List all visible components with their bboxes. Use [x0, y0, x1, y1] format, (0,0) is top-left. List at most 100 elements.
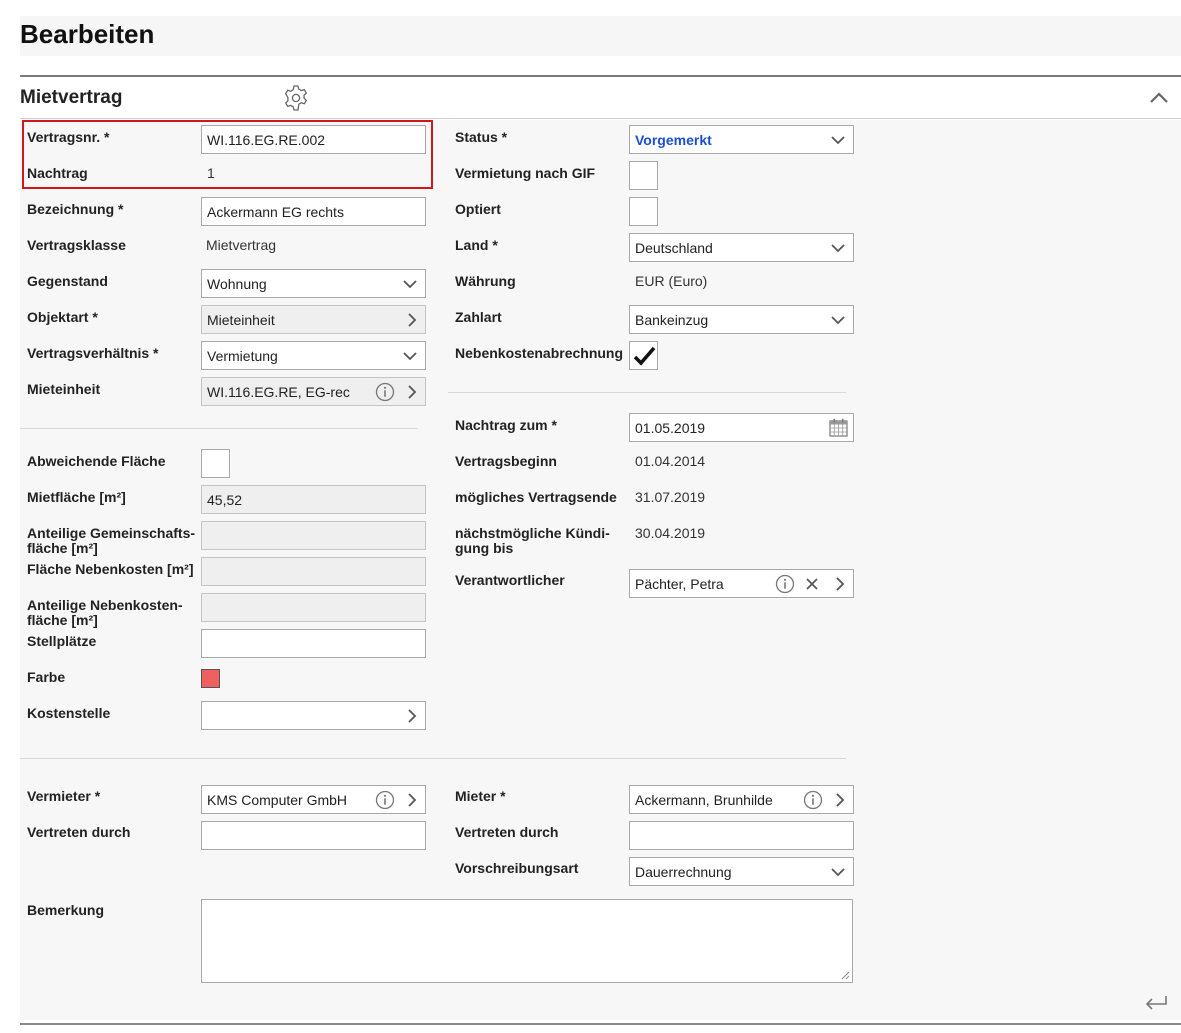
chevron-right-icon[interactable]	[405, 384, 419, 400]
chevron-right-icon[interactable]	[405, 792, 419, 808]
vertragsbeginn-label: Vertragsbeginn	[455, 453, 557, 469]
vorschreibungsart-select[interactable]: Dauerrechnung	[629, 857, 854, 886]
mieter-label: Mieter *	[455, 788, 506, 804]
abweichende-flaeche-label: Abweichende Fläche	[27, 453, 166, 469]
status-select[interactable]: Vorgemerkt	[629, 125, 854, 154]
moegliches-vertragsende-value: 31.07.2019	[635, 489, 706, 505]
flaeche-nebenkosten-input[interactable]	[201, 557, 426, 586]
gegenstand-label: Gegenstand	[27, 273, 108, 289]
resize-grip-icon[interactable]	[840, 970, 850, 980]
kostenstelle-label: Kostenstelle	[27, 705, 111, 721]
optiert-checkbox[interactable]	[629, 197, 658, 226]
label-line: gung bis	[455, 540, 514, 556]
stellplaetze-input[interactable]	[201, 629, 426, 658]
abweichende-flaeche-checkbox[interactable]	[201, 449, 230, 478]
divider	[20, 428, 418, 429]
nebenkostenabrechnung-label: Nebenkostenabrechnung	[455, 345, 624, 361]
vertragsnr-label: Vertragsnr. *	[27, 129, 110, 145]
gear-icon[interactable]	[282, 84, 310, 112]
chevron-down-icon[interactable]	[831, 865, 845, 879]
vertragsnr-value: WI.116.EG.RE.002	[207, 132, 326, 148]
mietflaeche-label: Mietfläche [m²]	[27, 489, 126, 505]
anteilige-nebenkostenflaeche-label: Anteilige Nebenkosten-fläche [m²]	[27, 598, 183, 628]
chevron-right-icon[interactable]	[405, 708, 419, 724]
vertragsverhaeltnis-value: Vermietung	[207, 348, 278, 364]
bezeichnung-value: Ackermann EG rechts	[207, 204, 344, 220]
objektart-field[interactable]: Mieteinheit	[201, 305, 426, 334]
divider	[448, 392, 846, 393]
vertragsklasse-label: Vertragsklasse	[27, 237, 126, 253]
chevron-down-icon[interactable]	[403, 349, 417, 363]
zahlart-select[interactable]: Bankeinzug	[629, 305, 854, 334]
land-value: Deutschland	[635, 240, 713, 256]
info-icon[interactable]	[375, 382, 395, 402]
vermieter-value: KMS Computer GmbH	[207, 792, 348, 808]
chevron-right-icon[interactable]	[405, 312, 419, 328]
label-line: fläche [m²]	[27, 612, 98, 628]
info-icon[interactable]	[803, 790, 823, 810]
checkmark-icon	[633, 346, 656, 366]
vertragsklasse-value: Mietvertrag	[206, 237, 277, 253]
bezeichnung-input[interactable]: Ackermann EG rechts	[201, 197, 426, 226]
vorschreibungsart-label: Vorschreibungsart	[455, 860, 579, 876]
nachtrag-label: Nachtrag	[27, 165, 88, 181]
mieteinheit-value: WI.116.EG.RE, EG-rec	[207, 384, 350, 400]
mietflaeche-input[interactable]: 45,52	[201, 485, 426, 514]
bottom-divider	[20, 1023, 1181, 1025]
waehrung-value: EUR (Euro)	[635, 273, 708, 289]
mieter-vertreten-input[interactable]	[629, 821, 854, 850]
color-swatch[interactable]	[201, 669, 220, 688]
mieteinheit-field[interactable]: WI.116.EG.RE, EG-rec	[201, 377, 426, 406]
optiert-label: Optiert	[455, 201, 501, 217]
label-line: fläche [m²]	[27, 540, 98, 556]
form-area	[20, 120, 1181, 1020]
vorschreibungsart-value: Dauerrechnung	[635, 864, 732, 880]
chevron-right-icon[interactable]	[833, 576, 847, 592]
waehrung-label: Währung	[455, 273, 516, 289]
mieter-field[interactable]: Ackermann, Brunhilde	[629, 785, 854, 814]
mietflaeche-value: 45,52	[207, 492, 243, 508]
chevron-down-icon[interactable]	[831, 133, 845, 147]
nebenkostenabrechnung-checkbox[interactable]	[629, 341, 658, 370]
kostenstelle-field[interactable]	[201, 701, 426, 730]
label-line: Anteilige Nebenkosten-	[27, 597, 183, 613]
vermieter-vertreten-input[interactable]	[201, 821, 426, 850]
farbe-label: Farbe	[27, 669, 66, 685]
zahlart-value: Bankeinzug	[635, 312, 709, 328]
info-icon[interactable]	[775, 574, 795, 594]
back-arrow-icon[interactable]	[1142, 992, 1170, 1014]
bemerkung-textarea[interactable]	[201, 899, 853, 983]
anteilige-nebenkostenflaeche-input[interactable]	[201, 593, 426, 622]
chevron-down-icon[interactable]	[403, 277, 417, 291]
info-icon[interactable]	[375, 790, 395, 810]
vermieter-field[interactable]: KMS Computer GmbH	[201, 785, 426, 814]
mieteinheit-label: Mieteinheit	[27, 381, 101, 397]
calendar-icon[interactable]	[829, 418, 848, 437]
page-header: Bearbeiten	[20, 16, 1181, 56]
vermietung-gif-checkbox[interactable]	[629, 161, 658, 190]
vertragsnr-input[interactable]: WI.116.EG.RE.002	[201, 125, 426, 154]
status-value: Vorgemerkt	[635, 132, 712, 148]
mieter-vertreten-label: Vertreten durch	[455, 824, 559, 840]
land-select[interactable]: Deutschland	[629, 233, 854, 262]
chevron-right-icon[interactable]	[833, 792, 847, 808]
close-icon[interactable]	[805, 577, 819, 591]
vermieter-vertreten-label: Vertreten durch	[27, 824, 131, 840]
chevron-down-icon[interactable]	[831, 313, 845, 327]
section-header: Mietvertrag	[20, 75, 1181, 119]
chevron-down-icon[interactable]	[831, 241, 845, 255]
moegliches-vertragsende-label: mögliches Vertragsende	[455, 489, 617, 505]
bezeichnung-label: Bezeichnung *	[27, 201, 124, 217]
nachtrag-zum-value: 01.05.2019	[635, 420, 706, 436]
gegenstand-select[interactable]: Wohnung	[201, 269, 426, 298]
bemerkung-label: Bemerkung	[27, 902, 105, 918]
zahlart-label: Zahlart	[455, 309, 502, 325]
nachtrag-zum-date-input[interactable]: 01.05.2019	[629, 413, 854, 442]
chevron-up-icon[interactable]	[1148, 87, 1170, 109]
anteilige-gemeinschaftsflaeche-input[interactable]	[201, 521, 426, 550]
section-title: Mietvertrag	[20, 87, 123, 108]
verantwortlicher-field[interactable]: Pächter, Petra	[629, 569, 854, 598]
verantwortlicher-value: Pächter, Petra	[635, 576, 724, 592]
vermietung-gif-label: Vermietung nach GIF	[455, 165, 596, 181]
vertragsverhaeltnis-select[interactable]: Vermietung	[201, 341, 426, 370]
